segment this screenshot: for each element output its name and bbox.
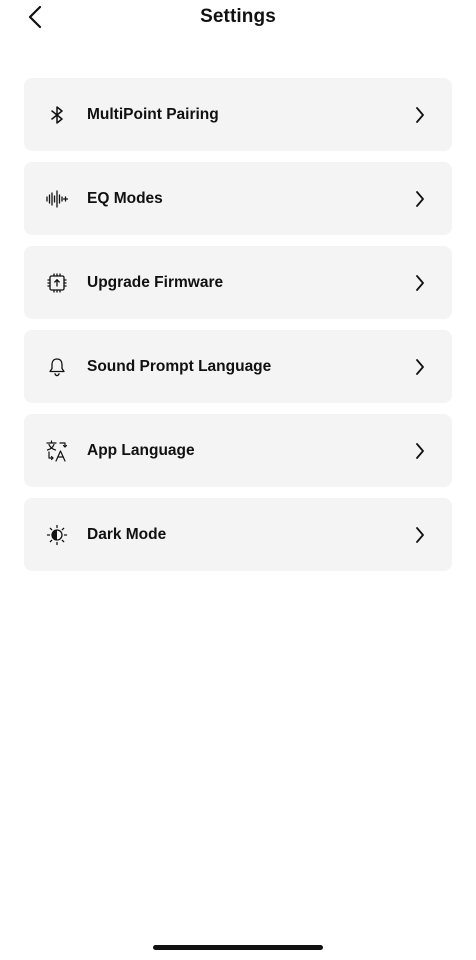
settings-screen: Settings MultiPoint Pairing EQ Modes Upg… bbox=[0, 0, 476, 960]
chevron-right-icon bbox=[412, 358, 428, 375]
header: Settings bbox=[0, 0, 476, 36]
settings-item-dark-mode[interactable]: Dark Mode bbox=[24, 498, 452, 571]
settings-item-eq-modes[interactable]: EQ Modes bbox=[24, 162, 452, 235]
contrast-sun-icon bbox=[46, 524, 68, 546]
settings-item-label: App Language bbox=[87, 441, 195, 459]
settings-item-multipoint-pairing[interactable]: MultiPoint Pairing bbox=[24, 78, 452, 151]
translate-icon bbox=[46, 439, 68, 462]
chevron-right-icon bbox=[412, 190, 428, 207]
chip-upgrade-icon bbox=[46, 272, 68, 294]
settings-item-label: MultiPoint Pairing bbox=[87, 105, 219, 123]
settings-item-label: Dark Mode bbox=[87, 525, 167, 543]
chevron-right-icon bbox=[412, 274, 428, 291]
chevron-right-icon bbox=[412, 106, 428, 123]
settings-item-label: Upgrade Firmware bbox=[87, 273, 224, 291]
settings-item-label: EQ Modes bbox=[87, 189, 163, 207]
settings-item-upgrade-firmware[interactable]: Upgrade Firmware bbox=[24, 246, 452, 319]
settings-list: MultiPoint Pairing EQ Modes Upgrade Firm… bbox=[24, 78, 452, 582]
chevron-right-icon bbox=[412, 442, 428, 459]
chevron-right-icon bbox=[412, 526, 428, 543]
waveform-icon bbox=[46, 188, 68, 210]
settings-item-app-language[interactable]: App Language bbox=[24, 414, 452, 487]
settings-item-label: Sound Prompt Language bbox=[87, 357, 272, 375]
settings-item-sound-prompt-language[interactable]: Sound Prompt Language bbox=[24, 330, 452, 403]
bell-icon bbox=[46, 356, 68, 378]
home-indicator[interactable] bbox=[153, 945, 323, 950]
page-title: Settings bbox=[200, 6, 276, 27]
bluetooth-icon bbox=[46, 104, 68, 126]
